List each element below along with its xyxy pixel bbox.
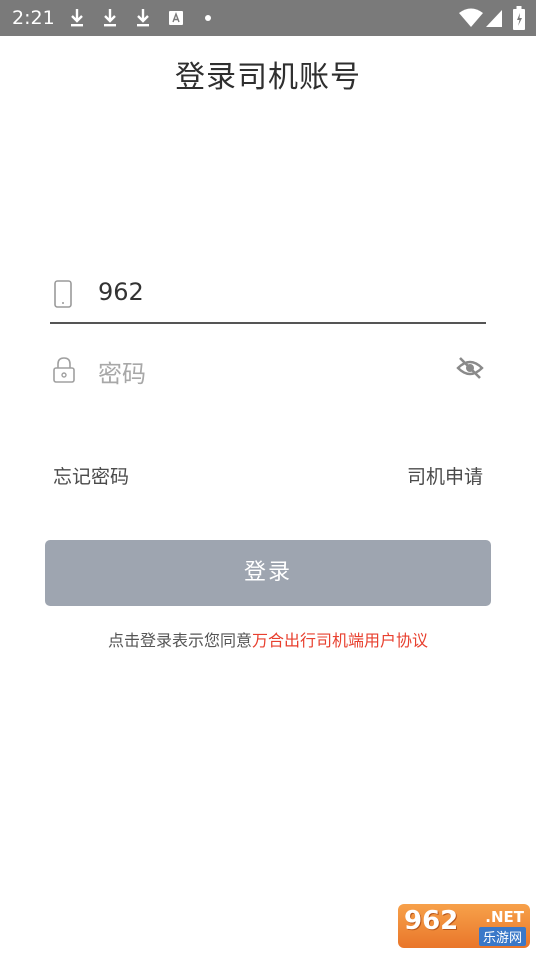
user-agreement-link[interactable]: 万合出行司机端用户协议 — [252, 631, 428, 650]
agreement-text: 点击登录表示您同意万合出行司机端用户协议 — [0, 627, 536, 651]
download-icon — [137, 9, 149, 27]
battery-icon — [513, 6, 525, 30]
agreement-prefix: 点击登录表示您同意 — [107, 631, 252, 650]
forgot-password-link[interactable]: 忘记密码 — [53, 462, 129, 489]
password-input[interactable]: 密码 — [98, 354, 146, 389]
wifi-icon — [459, 8, 483, 27]
password-field[interactable]: 密码 — [50, 342, 486, 398]
status-bar: 2:21 — [0, 0, 536, 36]
watermark-brand: 962 — [404, 906, 459, 936]
watermark-sub: 乐游网 — [478, 927, 526, 946]
watermark-logo: 962 .NET 乐游网 — [398, 904, 530, 948]
phone-icon — [54, 280, 72, 308]
lock-icon — [53, 357, 75, 383]
page-title: 登录司机账号 — [175, 60, 361, 95]
a-icon — [169, 11, 183, 25]
eye-off-icon[interactable] — [456, 356, 484, 380]
dot-icon — [205, 15, 211, 21]
signal-icon — [486, 10, 502, 27]
status-time: 2:21 — [12, 7, 55, 29]
download-icon — [104, 9, 116, 27]
phone-field[interactable]: 962 — [50, 266, 486, 324]
driver-apply-link[interactable]: 司机申请 — [407, 462, 483, 489]
watermark-net: .NET — [485, 908, 524, 926]
download-icon — [71, 9, 83, 27]
phone-input[interactable]: 962 — [98, 278, 144, 306]
login-button[interactable]: 登录 — [45, 540, 491, 606]
